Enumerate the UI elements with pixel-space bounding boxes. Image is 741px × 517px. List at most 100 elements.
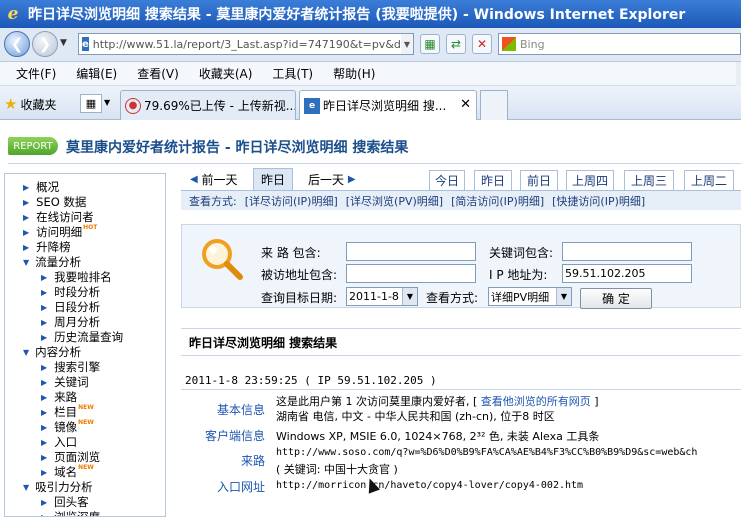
tab-list-dropdown-icon[interactable]: ▼: [104, 98, 110, 107]
sidebar-item-depth[interactable]: ▶ 浏览深度: [41, 509, 100, 516]
recent-pages-dropdown-icon[interactable]: ▼: [60, 38, 67, 48]
date-select[interactable]: 2011-1-8 ▼: [346, 287, 418, 306]
triangle-right-icon: ▶: [41, 497, 48, 507]
tab-last-tuesday[interactable]: 上周二: [684, 170, 734, 190]
tab-last-wednesday[interactable]: 上周三: [624, 170, 674, 190]
sidebar-item-mirror[interactable]: ▶ 镜像 NEW: [41, 419, 94, 435]
chevron-down-icon: ▼: [402, 288, 417, 305]
loading-icon: ●: [125, 97, 141, 114]
results-heading: 昨日详尽浏览明细 搜索结果: [181, 328, 741, 356]
date-value: 2011-1-8: [349, 290, 399, 303]
sidebar-item-ranking[interactable]: ▶ 升降榜: [23, 239, 71, 255]
basic-info-label: 基本信息: [216, 403, 265, 417]
mode-select[interactable]: 详细PV明细 ▼: [488, 287, 572, 306]
star-icon: ★: [4, 95, 18, 113]
sidebar-group-attraction[interactable]: ▼ 吸引力分析: [23, 479, 93, 495]
sidebar-item-seo[interactable]: ▶ SEO 数据: [23, 194, 86, 210]
view-mode-bar: 查看方式: [详尽访问(IP)明细] [详尽浏览(PV)明细] [简洁访问(IP…: [181, 190, 741, 210]
sidebar-item-label: 概况: [36, 180, 60, 194]
window-title: 昨日详尽浏览明细 搜索结果 - 莫里康内爱好者统计报告 (我要啦提供) - Wi…: [28, 7, 686, 23]
sidebar-item-overview[interactable]: ▶ 概况: [23, 179, 59, 195]
mode-pv-detail-link[interactable]: [详尽浏览(PV)明细]: [346, 193, 443, 209]
sidebar-item-returning[interactable]: ▶ 回头客: [41, 494, 89, 510]
sidebar-item-history[interactable]: ▶ 历史流量查询: [41, 329, 123, 345]
mode-ip-simple-link[interactable]: [简洁访问(IP)明细]: [451, 193, 544, 209]
sidebar-item-label: 日段分析: [54, 300, 101, 314]
sidebar-item-week-month[interactable]: ▶ 周月分析: [41, 314, 100, 330]
url-dropdown-icon[interactable]: ▼: [401, 34, 413, 54]
quick-tabs-icon[interactable]: ▦: [80, 94, 102, 113]
back-button[interactable]: ❮: [4, 31, 30, 57]
sidebar-item-search-engine[interactable]: ▶ 搜索引擎: [41, 359, 100, 375]
compatibility-view-icon[interactable]: ▦: [420, 34, 440, 54]
new-tab-button[interactable]: [480, 90, 508, 120]
sidebar-item-keywords[interactable]: ▶ 关键词: [41, 374, 89, 390]
menu-file[interactable]: 文件(F): [16, 65, 56, 82]
ip-label: I P 地址为:: [489, 268, 548, 282]
tab-yesterday[interactable]: 昨日: [474, 170, 512, 190]
stop-icon[interactable]: ✕: [472, 34, 492, 54]
forward-button[interactable]: ❯: [32, 31, 58, 57]
mouse-cursor-icon: [363, 476, 381, 494]
close-tab-icon[interactable]: ✕: [460, 97, 471, 112]
sidebar-item-label: 域名: [54, 465, 78, 479]
sidebar-item-visit-detail[interactable]: ▶ 访问明细 HOT: [23, 224, 97, 240]
page-content: REPORT 莫里康内爱好者统计报告 - 昨日详尽浏览明细 搜索结果 ▶ 概况 ▶…: [0, 120, 741, 517]
entry-label: 入口网址: [216, 480, 265, 494]
mode-ip-quick-link[interactable]: [快捷访问(IP)明细]: [552, 193, 645, 209]
sidebar-item-label: 流量分析: [35, 255, 82, 269]
all-pages-link[interactable]: 查看他浏览的所有网页: [481, 395, 591, 408]
keyword-input[interactable]: [562, 242, 692, 261]
sidebar-item-label: 吸引力分析: [35, 480, 93, 494]
tab-day-before[interactable]: 前日: [520, 170, 558, 190]
prev-day-label: 前一天: [201, 173, 238, 187]
menu-help[interactable]: 帮助(H): [333, 65, 375, 82]
sidebar-item-hour[interactable]: ▶ 时段分析: [41, 284, 100, 300]
ip-input[interactable]: 59.51.102.205: [562, 264, 692, 283]
hot-badge: HOT: [83, 223, 98, 231]
tab-last-thursday[interactable]: 上周四: [566, 170, 614, 190]
menu-view[interactable]: 查看(V): [137, 65, 179, 82]
prev-day-link[interactable]: ◀ 前一天: [190, 171, 238, 188]
sidebar-group-content[interactable]: ▼ 内容分析: [23, 344, 81, 360]
page-icon: e: [304, 97, 320, 114]
triangle-right-icon: ▶: [41, 437, 48, 447]
source-input[interactable]: [346, 242, 476, 261]
menu-edit[interactable]: 编辑(E): [76, 65, 117, 82]
referrer-url[interactable]: http://www.soso.com/q?w=%D6%D0%B9%FA%CA%…: [276, 447, 697, 458]
tab-today[interactable]: 今日: [429, 170, 465, 190]
sidebar-item-day[interactable]: ▶ 日段分析: [41, 299, 100, 315]
current-day-tab[interactable]: 昨日: [253, 168, 293, 190]
sidebar-group-traffic[interactable]: ▼ 流量分析: [23, 254, 81, 270]
menu-tools[interactable]: 工具(T): [272, 65, 313, 82]
mode-label: 查看方式:: [426, 291, 479, 305]
sidebar-item-referrer[interactable]: ▶ 来路: [41, 389, 77, 405]
sidebar-item-label: 我要啦排名: [54, 270, 112, 284]
entry-url[interactable]: http://morricon cn/haveto/copy4-lover/co…: [276, 480, 583, 491]
mode-ip-detail-link[interactable]: [详尽访问(IP)明细]: [245, 193, 338, 209]
sidebar-item-entry[interactable]: ▶ 入口: [41, 434, 77, 450]
basic-info-line1: 这是此用户第 1 次访问莫里康内爱好者, [ 查看他浏览的所有网页 ]: [276, 393, 599, 409]
refresh-icon[interactable]: ⇄: [446, 34, 466, 54]
favorites-button[interactable]: ★ 收藏夹: [4, 95, 56, 113]
next-day-link[interactable]: 后一天 ▶: [308, 171, 356, 188]
search-placeholder: Bing: [520, 37, 545, 51]
search-input[interactable]: Bing: [498, 33, 741, 55]
visited-url-input[interactable]: [346, 264, 476, 283]
triangle-right-icon: ▶: [41, 362, 48, 372]
submit-button[interactable]: 确 定: [580, 288, 652, 309]
triangle-right-icon: ▶: [41, 272, 48, 282]
favorites-label: 收藏夹: [20, 97, 57, 112]
sidebar-item-domain[interactable]: ▶ 域名 NEW: [41, 464, 94, 480]
menu-favorites[interactable]: 收藏夹(A): [199, 65, 253, 82]
page-icon: e: [82, 37, 89, 51]
sidebar-item-51la-rank[interactable]: ▶ 我要啦排名: [41, 269, 112, 285]
date-label: 查询目标日期:: [261, 291, 338, 305]
tab-upload[interactable]: ● 79.69%已上传 - 上传新视...: [120, 90, 296, 120]
triangle-right-icon: ▶: [41, 422, 48, 432]
visited-url-label: 被访地址包含:: [261, 268, 338, 282]
triangle-right-icon: ▶: [23, 242, 30, 252]
tab-report[interactable]: e 昨日详尽浏览明细 搜... ✕: [299, 90, 477, 120]
magnifier-icon: [202, 239, 243, 280]
url-field[interactable]: e http://www.51.la/report/3_Last.asp?id=…: [78, 33, 414, 55]
